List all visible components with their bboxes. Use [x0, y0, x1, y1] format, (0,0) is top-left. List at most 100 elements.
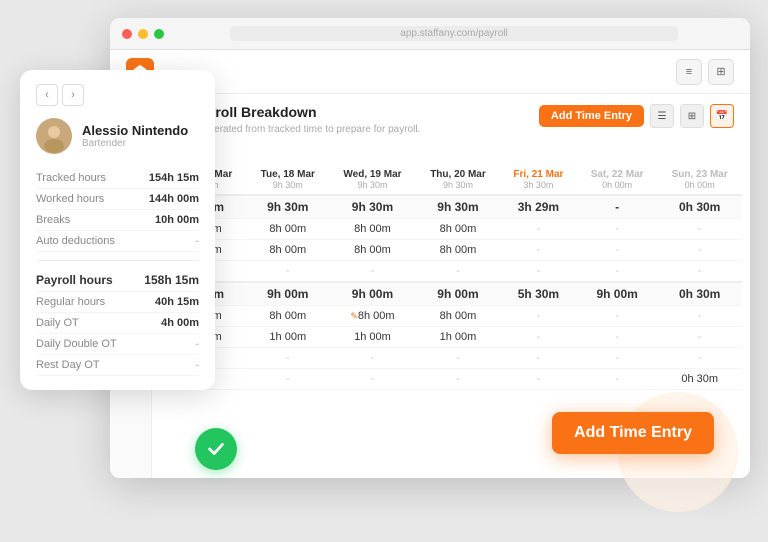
- stat-label: Rest Day OT: [36, 359, 100, 371]
- cell: 8h 00m: [247, 306, 329, 327]
- titlebar-minimize[interactable]: [138, 29, 148, 39]
- stat-label: Worked hours: [36, 193, 104, 205]
- cell: -: [657, 306, 742, 327]
- cell: 9h 00m: [329, 282, 416, 306]
- cell: 8h 00m: [416, 219, 500, 240]
- nav-icon-1[interactable]: ≡: [676, 59, 702, 85]
- stat-daily-ot: Daily OT 4h 00m: [36, 313, 199, 334]
- avatar: [36, 118, 72, 154]
- payroll-header: ← Payroll Breakdown Hours generated from…: [152, 94, 750, 141]
- cell: 0h 30m: [657, 282, 742, 306]
- cell: -: [577, 369, 657, 390]
- cell: -: [577, 306, 657, 327]
- cell: -: [500, 219, 577, 240]
- calendar-nav: ‹ ›: [160, 141, 742, 165]
- cell: -: [500, 348, 577, 369]
- table-row: - - - - - - -: [160, 261, 742, 283]
- cell: 3h 29m: [500, 195, 577, 219]
- cell: 8h 00m: [416, 306, 500, 327]
- col-header-sun: Sun, 23 Mar 0h 00m: [657, 165, 742, 195]
- cell: 1h 00m: [416, 327, 500, 348]
- cell: -: [500, 327, 577, 348]
- cell: -: [416, 369, 500, 390]
- stat-value: -: [195, 338, 199, 350]
- stat-regular-hours: Regular hours 40h 15m: [36, 292, 199, 313]
- cell: -: [416, 261, 500, 283]
- cell: -: [657, 219, 742, 240]
- stat-label: Regular hours: [36, 296, 105, 308]
- cell: 9h 30m: [329, 195, 416, 219]
- cell: 0h 30m: [657, 369, 742, 390]
- stat-auto-deductions: Auto deductions -: [36, 231, 199, 252]
- stat-payroll-hours: Payroll hours 158h 15m: [36, 269, 199, 292]
- cell: -: [657, 240, 742, 261]
- cell: 8h 00m: [247, 240, 329, 261]
- check-icon: [205, 438, 227, 460]
- cell: -: [329, 261, 416, 283]
- success-badge: [195, 428, 237, 470]
- header-nav-icons: ≡ ⊞: [676, 59, 734, 85]
- cell: -: [247, 348, 329, 369]
- cell: 9h 00m: [577, 282, 657, 306]
- col-header-sat: Sat, 22 Mar 0h 00m: [577, 165, 657, 195]
- view-toggle-grid[interactable]: ⊞: [680, 104, 704, 128]
- cell: 1h 00m: [247, 327, 329, 348]
- cell: -: [577, 261, 657, 283]
- cell: -: [657, 261, 742, 283]
- view-toggle-list[interactable]: ☰: [650, 104, 674, 128]
- stat-value: 154h 15m: [149, 172, 199, 184]
- stat-label: Auto deductions: [36, 235, 115, 247]
- cell: 0h 30m: [657, 195, 742, 219]
- stat-breaks: Breaks 10h 00m: [36, 210, 199, 231]
- cell: -: [577, 240, 657, 261]
- col-header-fri: Fri, 21 Mar 3h 30m: [500, 165, 577, 195]
- cell: -: [500, 240, 577, 261]
- cell: -: [577, 327, 657, 348]
- app-titlebar: app.staffany.com/payroll: [110, 18, 750, 50]
- table-row: 8h 00m 8h 00m 8h 00m 8h 00m - - -: [160, 219, 742, 240]
- user-name: Alessio Nintendo: [82, 123, 188, 138]
- stat-value: 144h 00m: [149, 193, 199, 205]
- cell: 9h 30m: [416, 195, 500, 219]
- stat-value: 40h 15m: [155, 296, 199, 308]
- cell: 8h 00m: [329, 219, 416, 240]
- table-row-section-1: 9h 30m 9h 30m 9h 30m 9h 30m 3h 29m - 0h …: [160, 195, 742, 219]
- card-next-button[interactable]: ›: [62, 84, 84, 106]
- cell: 8h 00m: [416, 240, 500, 261]
- cell: -: [500, 369, 577, 390]
- stat-value: -: [195, 235, 199, 247]
- add-time-entry-button[interactable]: Add Time Entry: [539, 105, 644, 127]
- cell: -: [500, 306, 577, 327]
- stat-worked-hours: Worked hours 144h 00m: [36, 189, 199, 210]
- table-row: - - - - - - -: [160, 348, 742, 369]
- cell: -: [247, 369, 329, 390]
- cell: 8h 00m: [329, 240, 416, 261]
- table-row: 1h 00m 1h 00m 1h 00m 1h 00m - - -: [160, 327, 742, 348]
- user-info: Alessio Nintendo Bartender: [82, 123, 188, 149]
- cell: -: [657, 327, 742, 348]
- titlebar-maximize[interactable]: [154, 29, 164, 39]
- cell: 9h 00m: [247, 282, 329, 306]
- user-role: Bartender: [82, 138, 188, 149]
- stat-label: Tracked hours: [36, 172, 106, 184]
- cell: -: [657, 348, 742, 369]
- cell: 9h 00m: [416, 282, 500, 306]
- titlebar-close[interactable]: [122, 29, 132, 39]
- cell: -: [577, 348, 657, 369]
- table-row: 8h 00m 8h 00m 8h 00m 8h 00m - - -: [160, 306, 742, 327]
- col-header-wed: Wed, 19 Mar 9h 30m: [329, 165, 416, 195]
- stat-label: Daily OT: [36, 317, 79, 329]
- calendar-table: Mon, 17 Mar 9h 30m Tue, 18 Mar 9h 30m We…: [160, 165, 742, 390]
- float-add-time-entry-button[interactable]: Add Time Entry: [552, 412, 714, 454]
- col-header-thu: Thu, 20 Mar 9h 30m: [416, 165, 500, 195]
- col-header-tue: Tue, 18 Mar 9h 30m: [247, 165, 329, 195]
- view-toggle-cal[interactable]: 📅: [710, 104, 734, 128]
- stat-value: 158h 15m: [144, 273, 199, 287]
- cell: -: [416, 348, 500, 369]
- nav-icon-2[interactable]: ⊞: [708, 59, 734, 85]
- cell: -: [329, 348, 416, 369]
- cell: -: [329, 369, 416, 390]
- card-prev-button[interactable]: ‹: [36, 84, 58, 106]
- card-user: Alessio Nintendo Bartender: [36, 118, 199, 154]
- table-row-section-2: 9h 00m 9h 00m 9h 00m 9h 00m 5h 30m 9h 00…: [160, 282, 742, 306]
